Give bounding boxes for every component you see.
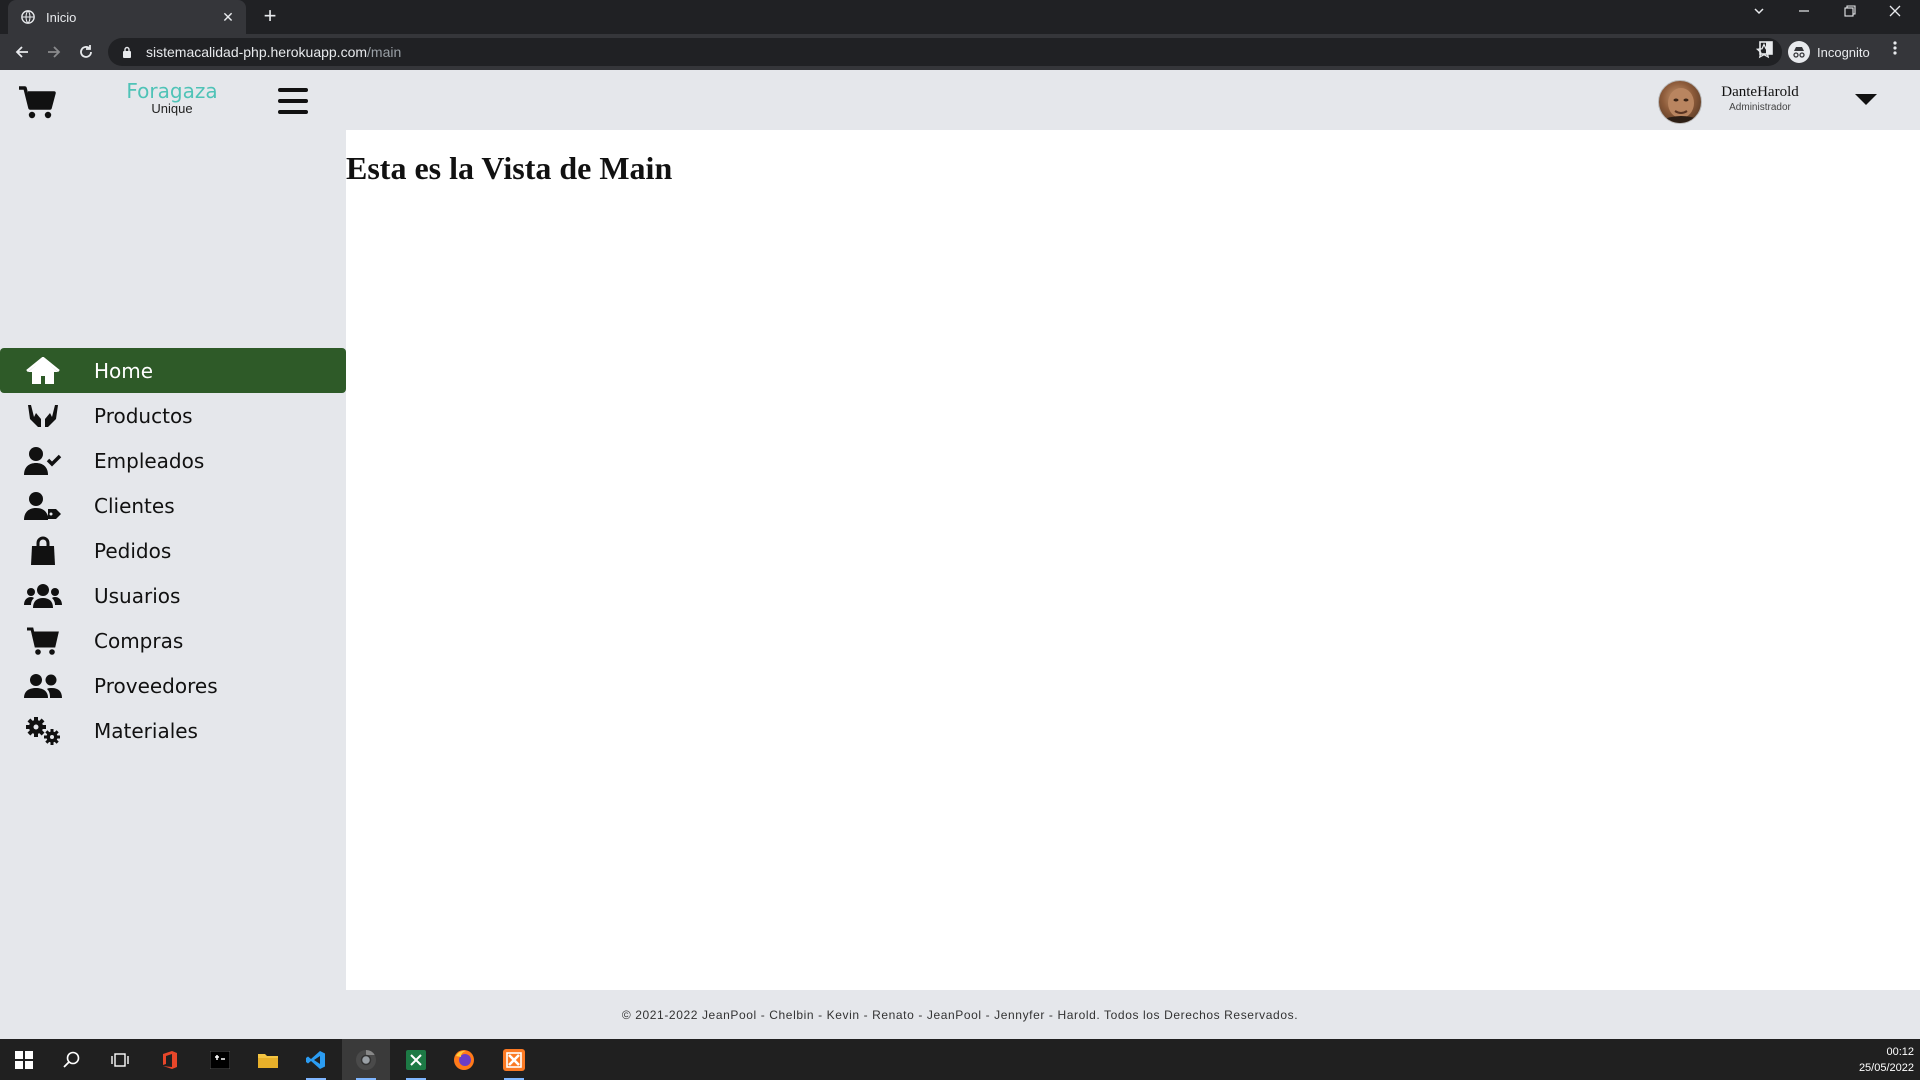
back-arrow-icon[interactable]: [10, 40, 34, 64]
users-icon: [24, 581, 62, 611]
sidebar-item-label: Usuarios: [94, 583, 181, 608]
new-tab-button[interactable]: +: [258, 5, 282, 28]
windows-start-icon[interactable]: [0, 1039, 48, 1080]
chrome-icon[interactable]: [342, 1039, 390, 1080]
terminal-app-icon[interactable]: [196, 1039, 244, 1080]
url-host: sistemacalidad-php.herokuapp.com: [146, 44, 368, 60]
hands-holding-icon: [24, 401, 62, 431]
footer-copyright: © 2021-2022 JeanPool - Chelbin - Kevin -…: [621, 1007, 1299, 1022]
sidebar-item-empleados[interactable]: Empleados: [0, 438, 346, 483]
xampp-icon[interactable]: [490, 1039, 538, 1080]
close-window-button[interactable]: [1881, 4, 1909, 20]
sidebar-item-label: Clientes: [94, 493, 175, 518]
sidebar-item-label: Empleados: [94, 448, 205, 473]
incognito-label: Incognito: [1817, 44, 1870, 60]
web-page: Foragaza Unique DanteHarold Administrado…: [0, 70, 1920, 1039]
sidebar-item-label: Pedidos: [94, 538, 172, 563]
task-view-icon[interactable]: [96, 1039, 144, 1080]
page-title: Esta es la Vista de Main: [346, 150, 673, 186]
user-name: DanteHarold: [1721, 84, 1799, 100]
office-app-icon[interactable]: [146, 1039, 194, 1080]
app-header: Foragaza Unique DanteHarold Administrado…: [0, 70, 1920, 130]
cart-icon: [24, 626, 62, 656]
side-panel-icon[interactable]: [1758, 40, 1774, 61]
sidebar: Home Productos Empleados Clientes Pedido…: [0, 130, 346, 990]
sidebar-item-proveedores[interactable]: Proveedores: [0, 663, 346, 708]
browser-toolbar: sistemacalidad-php.herokuapp.com/main In…: [0, 34, 1920, 70]
sidebar-item-label: Materiales: [94, 718, 198, 743]
file-explorer-icon[interactable]: [244, 1039, 292, 1080]
address-bar[interactable]: sistemacalidad-php.herokuapp.com/main: [108, 38, 1782, 66]
user-avatar[interactable]: [1658, 80, 1702, 124]
cart-logo-icon: [18, 84, 56, 120]
sidebar-item-label: Proveedores: [94, 673, 218, 698]
browser-tab-bar: Inicio ✕ +: [0, 0, 1920, 34]
cogs-icon: [24, 716, 62, 746]
user-friends-icon: [24, 671, 62, 701]
clock-time: 00:12: [1886, 1046, 1914, 1058]
home-icon: [24, 356, 62, 386]
tab-search-icon[interactable]: [1745, 4, 1773, 20]
user-role: Administrador: [1729, 102, 1791, 113]
firefox-icon[interactable]: [440, 1039, 488, 1080]
restore-button[interactable]: [1836, 4, 1864, 20]
windows-taskbar: 00:12 25/05/2022: [0, 1039, 1920, 1080]
sidebar-item-productos[interactable]: Productos: [0, 393, 346, 438]
sidebar-item-materiales[interactable]: Materiales: [0, 708, 346, 753]
browser-menu-icon[interactable]: [1892, 40, 1898, 61]
tab-title: Inicio: [46, 9, 77, 25]
lock-icon[interactable]: [122, 45, 134, 59]
hamburger-menu-icon[interactable]: [278, 88, 308, 114]
sidebar-item-compras[interactable]: Compras: [0, 618, 346, 663]
incognito-indicator[interactable]: Incognito: [1788, 38, 1870, 66]
incognito-icon: [1788, 41, 1810, 63]
globe-icon: [20, 9, 36, 25]
user-tag-icon: [24, 491, 62, 521]
shopping-bag-icon: [24, 536, 62, 566]
user-menu-caret-icon[interactable]: [1855, 94, 1877, 105]
forward-arrow-icon[interactable]: [42, 40, 66, 64]
brand-logo: Foragaza Unique: [106, 80, 238, 116]
excel-icon[interactable]: [392, 1039, 440, 1080]
system-clock[interactable]: 00:12 25/05/2022: [1844, 1044, 1914, 1076]
minimize-button[interactable]: [1790, 4, 1818, 20]
sidebar-nav: Home Productos Empleados Clientes Pedido…: [0, 348, 346, 753]
sidebar-item-label: Compras: [94, 628, 184, 653]
sidebar-item-home[interactable]: Home: [0, 348, 346, 393]
sidebar-item-label: Productos: [94, 403, 193, 428]
clock-date: 25/05/2022: [1858, 1062, 1914, 1074]
user-check-icon: [24, 446, 62, 476]
sidebar-item-clientes[interactable]: Clientes: [0, 483, 346, 528]
sidebar-item-pedidos[interactable]: Pedidos: [0, 528, 346, 573]
close-tab-icon[interactable]: ✕: [220, 9, 236, 26]
vscode-icon[interactable]: [292, 1039, 340, 1080]
footer: © 2021-2022 JeanPool - Chelbin - Kevin -…: [0, 990, 1920, 1039]
brand-name: Foragaza: [126, 79, 218, 103]
search-icon[interactable]: [48, 1039, 96, 1080]
sidebar-item-usuarios[interactable]: Usuarios: [0, 573, 346, 618]
brand-subtitle: Unique: [151, 101, 193, 116]
url-path: /main: [367, 44, 402, 60]
main-content: Esta es la Vista de Main: [346, 130, 1920, 990]
browser-tab[interactable]: Inicio ✕: [8, 0, 246, 34]
sidebar-item-label: Home: [94, 358, 154, 383]
reload-icon[interactable]: [74, 40, 98, 64]
